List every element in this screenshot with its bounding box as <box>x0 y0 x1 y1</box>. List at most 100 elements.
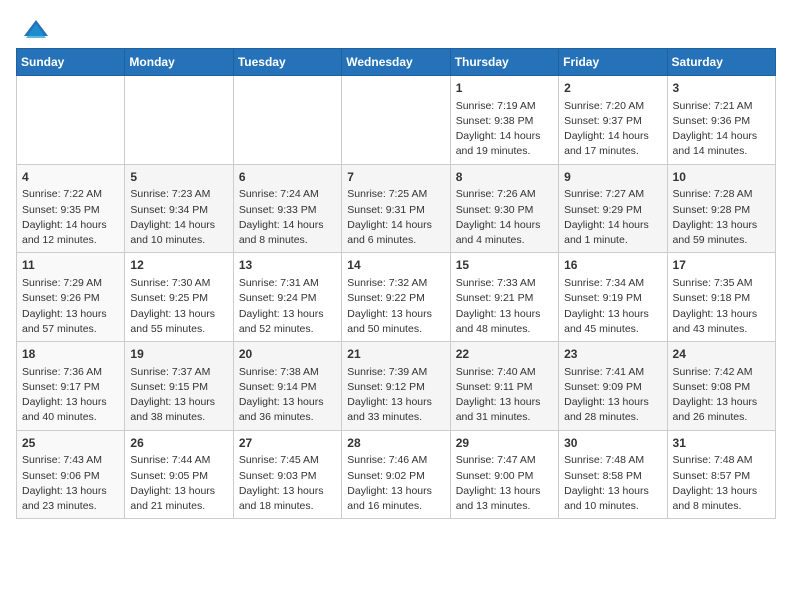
day-info: Sunrise: 7:47 AM Sunset: 9:00 PM Dayligh… <box>456 453 553 514</box>
day-info: Sunrise: 7:30 AM Sunset: 9:25 PM Dayligh… <box>130 276 227 337</box>
day-number: 8 <box>456 169 553 186</box>
calendar-cell: 6Sunrise: 7:24 AM Sunset: 9:33 PM Daylig… <box>233 164 341 253</box>
calendar-cell: 24 Sunrise: 7:42 AM Sunset: 9:08 PM Dayli… <box>667 342 775 431</box>
day-info: Sunrise: 7:29 AM Sunset: 9:26 PM Dayligh… <box>22 276 119 337</box>
day-info: Sunrise: 7:33 AM Sunset: 9:21 PM Dayligh… <box>456 276 553 337</box>
calendar-cell: 21Sunrise: 7:39 AM Sunset: 9:12 PM Dayli… <box>342 342 450 431</box>
calendar-cell: 3 Sunrise: 7:21 AM Sunset: 9:36 PM Daylig… <box>667 76 775 165</box>
calendar-week-3: 11 Sunrise: 7:29 AM Sunset: 9:26 PM Dayli… <box>17 253 776 342</box>
day-number: 24 <box>673 346 770 363</box>
day-number: 27 <box>239 435 336 452</box>
day-number: 15 <box>456 257 553 274</box>
calendar-cell: 18 Sunrise: 7:36 AM Sunset: 9:17 PM Dayli… <box>17 342 125 431</box>
day-number: 1 <box>456 80 553 97</box>
calendar-cell: 1Sunrise: 7:19 AM Sunset: 9:38 PM Daylig… <box>450 76 558 165</box>
day-number: 23 <box>564 346 661 363</box>
day-info: Sunrise: 7:34 AM Sunset: 9:19 PM Dayligh… <box>564 276 661 337</box>
calendar-cell: 29Sunrise: 7:47 AM Sunset: 9:00 PM Dayli… <box>450 430 558 519</box>
day-info: Sunrise: 7:43 AM Sunset: 9:06 PM Dayligh… <box>22 453 119 514</box>
calendar-cell: 4Sunrise: 7:22 AM Sunset: 9:35 PM Daylig… <box>17 164 125 253</box>
day-info: Sunrise: 7:28 AM Sunset: 9:28 PM Dayligh… <box>673 187 770 248</box>
logo-icon <box>22 16 50 44</box>
day-number: 30 <box>564 435 661 452</box>
day-info: Sunrise: 7:27 AM Sunset: 9:29 PM Dayligh… <box>564 187 661 248</box>
day-info: Sunrise: 7:42 AM Sunset: 9:08 PM Dayligh… <box>673 365 770 426</box>
calendar-week-5: 25Sunrise: 7:43 AM Sunset: 9:06 PM Dayli… <box>17 430 776 519</box>
day-info: Sunrise: 7:48 AM Sunset: 8:58 PM Dayligh… <box>564 453 661 514</box>
calendar-cell: 14Sunrise: 7:32 AM Sunset: 9:22 PM Dayli… <box>342 253 450 342</box>
day-number: 5 <box>130 169 227 186</box>
day-info: Sunrise: 7:20 AM Sunset: 9:37 PM Dayligh… <box>564 99 661 160</box>
calendar-cell: 28Sunrise: 7:46 AM Sunset: 9:02 PM Dayli… <box>342 430 450 519</box>
calendar-header-row: SundayMondayTuesdayWednesdayThursdayFrid… <box>17 49 776 76</box>
calendar-cell: 26Sunrise: 7:44 AM Sunset: 9:05 PM Dayli… <box>125 430 233 519</box>
day-number: 28 <box>347 435 444 452</box>
calendar-header-tuesday: Tuesday <box>233 49 341 76</box>
calendar-cell: 11 Sunrise: 7:29 AM Sunset: 9:26 PM Dayli… <box>17 253 125 342</box>
calendar-week-1: 1Sunrise: 7:19 AM Sunset: 9:38 PM Daylig… <box>17 76 776 165</box>
day-number: 9 <box>564 169 661 186</box>
day-number: 2 <box>564 80 661 97</box>
day-info: Sunrise: 7:21 AM Sunset: 9:36 PM Dayligh… <box>673 99 770 160</box>
day-number: 3 <box>673 80 770 97</box>
calendar-cell: 13 Sunrise: 7:31 AM Sunset: 9:24 PM Dayli… <box>233 253 341 342</box>
day-number: 31 <box>673 435 770 452</box>
day-number: 4 <box>22 169 119 186</box>
calendar-cell: 30Sunrise: 7:48 AM Sunset: 8:58 PM Dayli… <box>559 430 667 519</box>
calendar-cell <box>17 76 125 165</box>
calendar-cell: 27Sunrise: 7:45 AM Sunset: 9:03 PM Dayli… <box>233 430 341 519</box>
day-number: 18 <box>22 346 119 363</box>
calendar-cell: 20 Sunrise: 7:38 AM Sunset: 9:14 PM Dayli… <box>233 342 341 431</box>
calendar-cell: 15 Sunrise: 7:33 AM Sunset: 9:21 PM Dayli… <box>450 253 558 342</box>
day-number: 14 <box>347 257 444 274</box>
day-info: Sunrise: 7:36 AM Sunset: 9:17 PM Dayligh… <box>22 365 119 426</box>
day-number: 20 <box>239 346 336 363</box>
calendar-cell: 23 Sunrise: 7:41 AM Sunset: 9:09 PM Dayli… <box>559 342 667 431</box>
day-info: Sunrise: 7:31 AM Sunset: 9:24 PM Dayligh… <box>239 276 336 337</box>
day-number: 10 <box>673 169 770 186</box>
calendar-cell: 2 Sunrise: 7:20 AM Sunset: 9:37 PM Daylig… <box>559 76 667 165</box>
day-info: Sunrise: 7:23 AM Sunset: 9:34 PM Dayligh… <box>130 187 227 248</box>
day-info: Sunrise: 7:24 AM Sunset: 9:33 PM Dayligh… <box>239 187 336 248</box>
day-number: 16 <box>564 257 661 274</box>
calendar-cell: 31Sunrise: 7:48 AM Sunset: 8:57 PM Dayli… <box>667 430 775 519</box>
day-number: 12 <box>130 257 227 274</box>
day-number: 13 <box>239 257 336 274</box>
day-info: Sunrise: 7:41 AM Sunset: 9:09 PM Dayligh… <box>564 365 661 426</box>
day-number: 6 <box>239 169 336 186</box>
day-number: 21 <box>347 346 444 363</box>
calendar-cell <box>125 76 233 165</box>
calendar-cell <box>342 76 450 165</box>
day-info: Sunrise: 7:37 AM Sunset: 9:15 PM Dayligh… <box>130 365 227 426</box>
day-info: Sunrise: 7:35 AM Sunset: 9:18 PM Dayligh… <box>673 276 770 337</box>
calendar-header-wednesday: Wednesday <box>342 49 450 76</box>
calendar-week-2: 4Sunrise: 7:22 AM Sunset: 9:35 PM Daylig… <box>17 164 776 253</box>
day-info: Sunrise: 7:45 AM Sunset: 9:03 PM Dayligh… <box>239 453 336 514</box>
day-number: 29 <box>456 435 553 452</box>
calendar-cell: 19 Sunrise: 7:37 AM Sunset: 9:15 PM Dayli… <box>125 342 233 431</box>
day-number: 7 <box>347 169 444 186</box>
calendar-cell: 16 Sunrise: 7:34 AM Sunset: 9:19 PM Dayli… <box>559 253 667 342</box>
calendar-header-monday: Monday <box>125 49 233 76</box>
calendar-table: SundayMondayTuesdayWednesdayThursdayFrid… <box>16 48 776 519</box>
day-number: 19 <box>130 346 227 363</box>
day-info: Sunrise: 7:46 AM Sunset: 9:02 PM Dayligh… <box>347 453 444 514</box>
day-number: 11 <box>22 257 119 274</box>
calendar-cell: 7Sunrise: 7:25 AM Sunset: 9:31 PM Daylig… <box>342 164 450 253</box>
day-info: Sunrise: 7:48 AM Sunset: 8:57 PM Dayligh… <box>673 453 770 514</box>
day-info: Sunrise: 7:22 AM Sunset: 9:35 PM Dayligh… <box>22 187 119 248</box>
day-number: 25 <box>22 435 119 452</box>
calendar-cell: 8Sunrise: 7:26 AM Sunset: 9:30 PM Daylig… <box>450 164 558 253</box>
calendar-header-saturday: Saturday <box>667 49 775 76</box>
calendar-cell: 22Sunrise: 7:40 AM Sunset: 9:11 PM Dayli… <box>450 342 558 431</box>
calendar-cell: 9Sunrise: 7:27 AM Sunset: 9:29 PM Daylig… <box>559 164 667 253</box>
calendar-cell: 12 Sunrise: 7:30 AM Sunset: 9:25 PM Dayli… <box>125 253 233 342</box>
day-info: Sunrise: 7:44 AM Sunset: 9:05 PM Dayligh… <box>130 453 227 514</box>
calendar-cell: 25Sunrise: 7:43 AM Sunset: 9:06 PM Dayli… <box>17 430 125 519</box>
calendar-cell <box>233 76 341 165</box>
day-number: 22 <box>456 346 553 363</box>
logo <box>16 16 50 40</box>
day-number: 17 <box>673 257 770 274</box>
page-header <box>16 16 776 40</box>
day-info: Sunrise: 7:38 AM Sunset: 9:14 PM Dayligh… <box>239 365 336 426</box>
